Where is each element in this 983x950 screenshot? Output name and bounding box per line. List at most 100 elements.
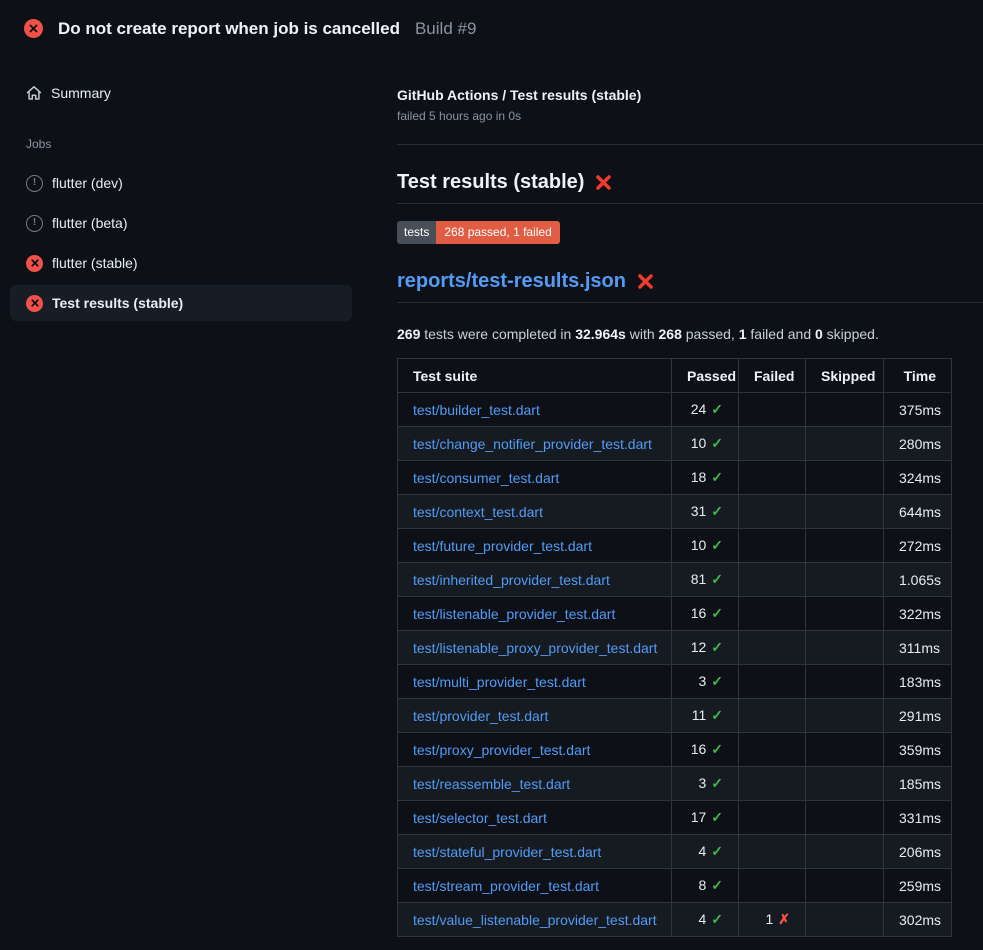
build-number: Build #9 (415, 19, 476, 39)
check-icon: ✓ (711, 537, 723, 553)
table-row: test/context_test.dart31✓644ms (398, 495, 952, 529)
time-cell: 375ms (884, 393, 952, 427)
passed-count: 16 (691, 741, 707, 757)
test-suite-link[interactable]: test/change_notifier_provider_test.dart (413, 436, 652, 452)
passed-count: 24 (691, 401, 707, 417)
test-suite-link[interactable]: test/context_test.dart (413, 504, 543, 520)
check-icon: ✓ (711, 469, 723, 485)
time-cell: 311ms (884, 631, 952, 665)
page-title: Do not create report when job is cancell… (58, 19, 400, 39)
test-suite-link[interactable]: test/reassemble_test.dart (413, 776, 570, 792)
check-icon: ✓ (711, 741, 723, 757)
skipped-count: 0 (815, 326, 823, 342)
test-suite-link[interactable]: test/future_provider_test.dart (413, 538, 592, 554)
failed-x-icon (636, 272, 655, 291)
table-row: test/stream_provider_test.dart8✓259ms (398, 869, 952, 903)
skipped-cell (806, 597, 884, 631)
failed-cell (739, 665, 806, 699)
failed-cell (739, 801, 806, 835)
check-icon: ✓ (711, 911, 723, 927)
skipped-cell (806, 801, 884, 835)
skipped-cell (806, 767, 884, 801)
test-suite-cell: test/context_test.dart (398, 495, 672, 529)
table-row: test/multi_provider_test.dart3✓183ms (398, 665, 952, 699)
col-test-suite: Test suite (398, 359, 672, 393)
time-cell: 324ms (884, 461, 952, 495)
divider (397, 144, 983, 145)
passed-count: 3 (698, 775, 706, 791)
passed-count: 268 (659, 326, 682, 342)
results-table: Test suite Passed Failed Skipped Time te… (397, 358, 952, 937)
skipped-cell (806, 461, 884, 495)
test-suite-cell: test/inherited_provider_test.dart (398, 563, 672, 597)
test-suite-link[interactable]: test/builder_test.dart (413, 402, 540, 418)
test-suite-link[interactable]: test/proxy_provider_test.dart (413, 742, 590, 758)
passed-cell: 10✓ (672, 529, 739, 563)
section-title: Test results (stable) (397, 171, 584, 194)
check-icon: ✓ (711, 673, 723, 689)
test-suite-cell: test/consumer_test.dart (398, 461, 672, 495)
table-row: test/reassemble_test.dart3✓185ms (398, 767, 952, 801)
test-suite-link[interactable]: test/listenable_provider_test.dart (413, 606, 615, 622)
passed-cell: 3✓ (672, 767, 739, 801)
cross-icon: ✗ (778, 911, 790, 927)
passed-count: 11 (692, 707, 707, 723)
sidebar-item-flutter-dev[interactable]: !flutter (dev) (10, 165, 352, 201)
time-cell: 1.065s (884, 563, 952, 597)
passed-count: 81 (691, 571, 707, 587)
table-row: test/selector_test.dart17✓331ms (398, 801, 952, 835)
neutral-status-icon: ! (26, 215, 43, 232)
passed-count: 31 (691, 503, 707, 519)
test-suite-cell: test/selector_test.dart (398, 801, 672, 835)
test-suite-link[interactable]: test/selector_test.dart (413, 810, 547, 826)
badge-label: tests (397, 221, 436, 244)
table-row: test/future_provider_test.dart10✓272ms (398, 529, 952, 563)
sidebar-jobs: !flutter (dev)!flutter (beta)flutter (st… (10, 165, 352, 321)
skipped-cell (806, 903, 884, 937)
skipped-cell (806, 733, 884, 767)
passed-cell: 24✓ (672, 393, 739, 427)
time-cell: 280ms (884, 427, 952, 461)
test-suite-cell: test/proxy_provider_test.dart (398, 733, 672, 767)
passed-count: 4 (698, 911, 706, 927)
test-suite-cell: test/reassemble_test.dart (398, 767, 672, 801)
check-icon: ✓ (711, 605, 723, 621)
divider (397, 203, 983, 204)
skipped-cell (806, 631, 884, 665)
divider (397, 302, 983, 303)
col-passed: Passed (672, 359, 739, 393)
test-suite-link[interactable]: test/value_listenable_provider_test.dart (413, 912, 657, 928)
test-suite-link[interactable]: test/listenable_proxy_provider_test.dart (413, 640, 657, 656)
test-suite-link[interactable]: test/consumer_test.dart (413, 470, 559, 486)
time-cell: 359ms (884, 733, 952, 767)
report-file-link[interactable]: reports/test-results.json (397, 270, 626, 293)
sidebar-item-summary[interactable]: Summary (10, 75, 352, 111)
sidebar-item-flutter-beta[interactable]: !flutter (beta) (10, 205, 352, 241)
skipped-cell (806, 699, 884, 733)
passed-cell: 4✓ (672, 903, 739, 937)
skipped-cell (806, 665, 884, 699)
passed-cell: 18✓ (672, 461, 739, 495)
passed-cell: 8✓ (672, 869, 739, 903)
col-failed: Failed (739, 359, 806, 393)
table-row: test/provider_test.dart11✓291ms (398, 699, 952, 733)
sidebar-item-label: flutter (dev) (52, 175, 123, 191)
table-row: test/inherited_provider_test.dart81✓1.06… (398, 563, 952, 597)
failed-status-icon (26, 255, 43, 272)
test-suite-link[interactable]: test/multi_provider_test.dart (413, 674, 586, 690)
table-header-row: Test suite Passed Failed Skipped Time (398, 359, 952, 393)
test-suite-link[interactable]: test/provider_test.dart (413, 708, 548, 724)
test-suite-cell: test/value_listenable_provider_test.dart (398, 903, 672, 937)
failed-status-icon (26, 295, 43, 312)
test-suite-link[interactable]: test/inherited_provider_test.dart (413, 572, 610, 588)
test-suite-link[interactable]: test/stream_provider_test.dart (413, 878, 599, 894)
run-meta: failed 5 hours ago in 0s (397, 109, 983, 123)
passed-count: 16 (691, 605, 707, 621)
sidebar-item-flutter-stable[interactable]: flutter (stable) (10, 245, 352, 281)
test-suite-link[interactable]: test/stateful_provider_test.dart (413, 844, 601, 860)
table-row: test/listenable_proxy_provider_test.dart… (398, 631, 952, 665)
passed-cell: 31✓ (672, 495, 739, 529)
breadcrumb: GitHub Actions / Test results (stable) (397, 87, 983, 103)
sidebar-item-test-results-stable[interactable]: Test results (stable) (10, 285, 352, 321)
skipped-cell (806, 427, 884, 461)
